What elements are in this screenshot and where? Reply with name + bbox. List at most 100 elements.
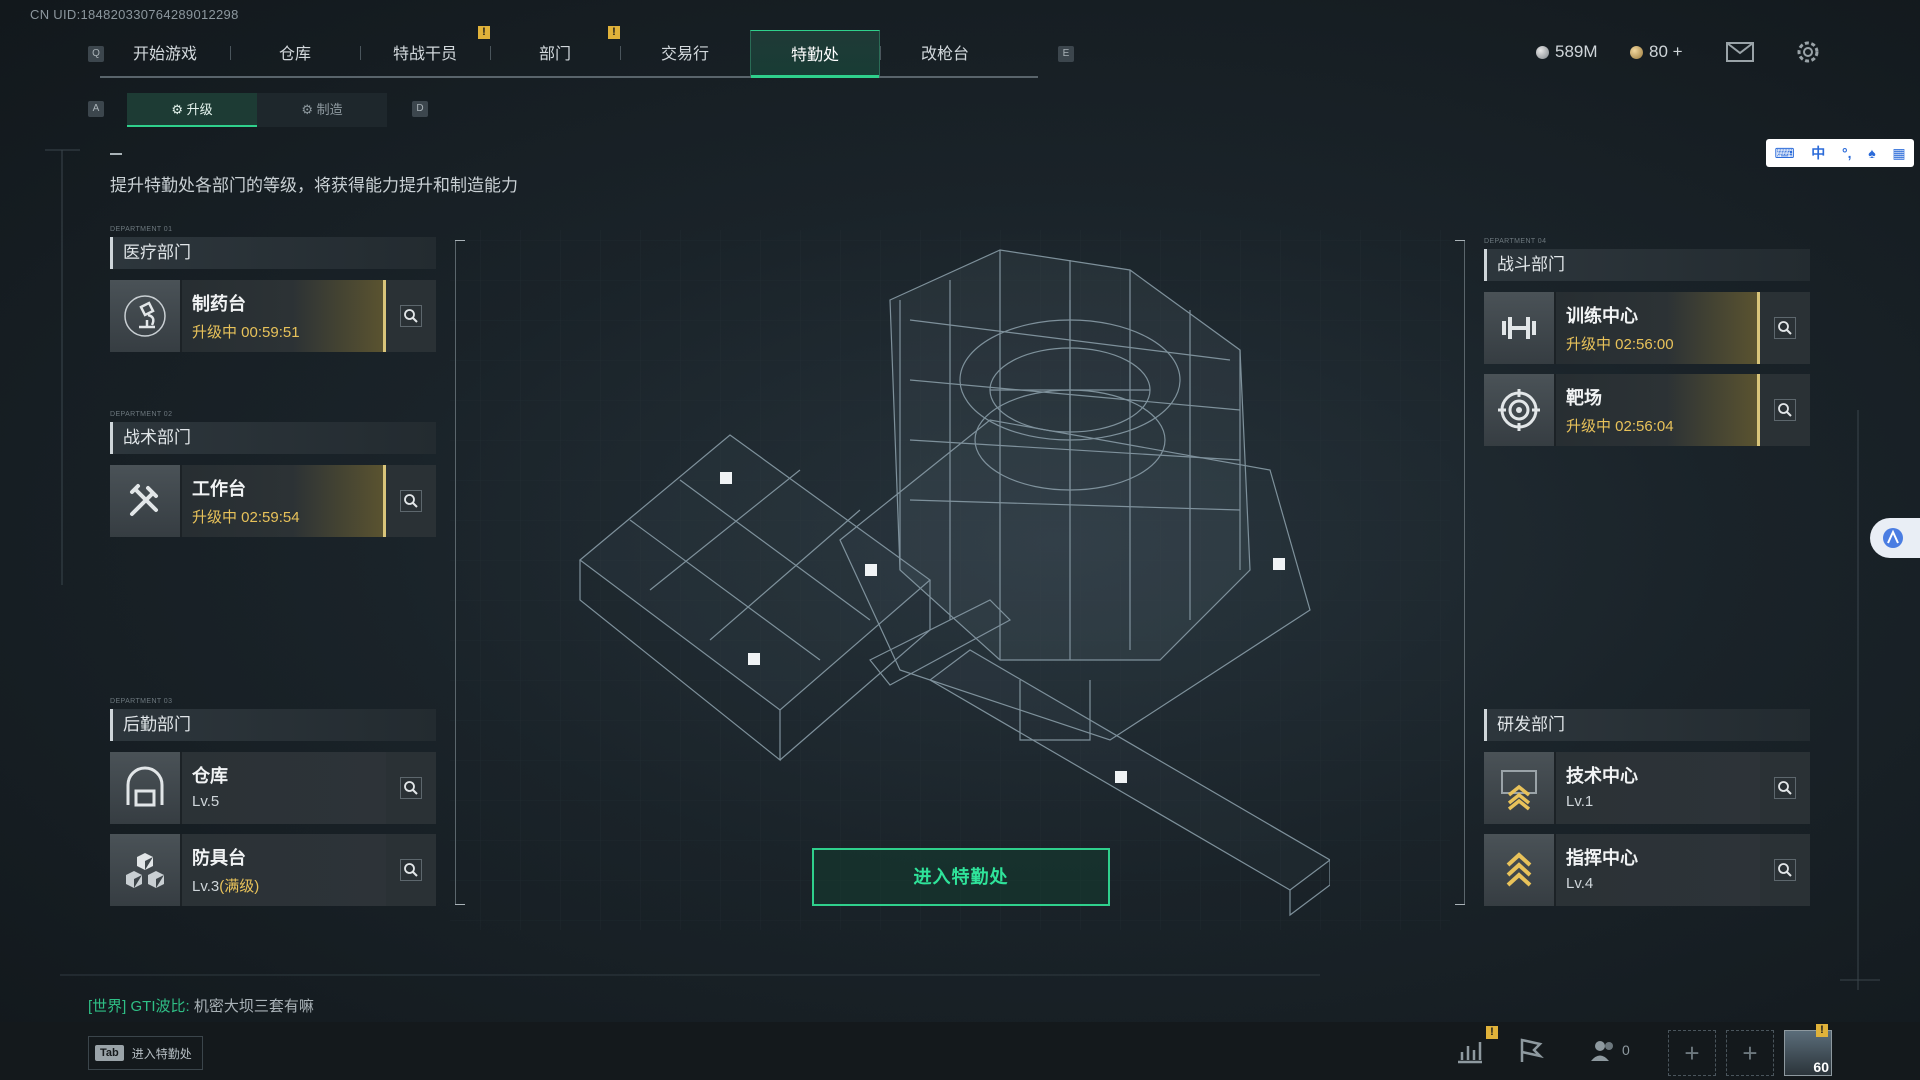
dept-tag: DEPARTMENT 02 (110, 411, 173, 418)
dept-combat-title: 战斗部门 (1484, 249, 1810, 281)
facility-name: 仓库 (192, 766, 228, 786)
enter-special-ops-button[interactable]: 进入特勤处 (812, 848, 1110, 906)
target-icon (1484, 374, 1556, 446)
chat-user: GTI波比: (130, 998, 190, 1015)
facility-info: 防具台 Lv.3(满级) (182, 834, 386, 906)
facility-info: 制药台 升级中 00:59:51 (182, 280, 386, 352)
subtab-bar: ⚙ 升级 ⚙ 制造 (127, 93, 387, 127)
facility-card-workbench[interactable]: 工作台 升级中 02:59:54 (110, 465, 436, 537)
page-description: 提升特勤处各部门的等级，将获得能力提升和制造能力 (110, 176, 518, 195)
ime-skin-icon[interactable]: ♠ (1868, 145, 1875, 161)
upgrade-timer: 升级中 02:56:04 (1566, 418, 1674, 435)
node-marker[interactable] (748, 653, 760, 665)
inspect-button[interactable] (386, 752, 436, 824)
tab-operators[interactable]: 特战干员! (360, 26, 490, 76)
ime-logo-icon[interactable]: ⌨ (1774, 145, 1794, 162)
gold-currency[interactable]: 80 + (1630, 42, 1683, 62)
dept-tag: DEPARTMENT 03 (110, 698, 173, 705)
friends-button[interactable]: 0 (1590, 1038, 1630, 1062)
inspect-button[interactable] (1760, 752, 1810, 824)
inspect-button[interactable] (386, 834, 436, 906)
facility-name: 工作台 (192, 479, 246, 499)
facility-info: 靶场 升级中 02:56:04 (1556, 374, 1760, 446)
dumbbell-icon (1484, 292, 1556, 364)
facility-info: 指挥中心 Lv.4 (1556, 834, 1760, 906)
silver-currency[interactable]: 589M (1536, 42, 1598, 62)
player-level: 60 (1813, 1059, 1829, 1075)
facility-card-shooting-range[interactable]: 靶场 升级中 02:56:04 (1484, 374, 1810, 446)
world-chat-line[interactable]: [世界] GTI波比: 机密大坝三套有嘛 (88, 995, 314, 1016)
mail-icon[interactable] (1726, 42, 1754, 62)
facility-info: 技术中心 Lv.1 (1556, 752, 1760, 824)
friends-icon (1591, 1041, 1613, 1061)
inspect-button[interactable] (1760, 834, 1810, 906)
facility-name: 技术中心 (1566, 766, 1638, 786)
dept-tactical-title: 战术部门 (110, 422, 436, 454)
gold-amount: 80 + (1649, 42, 1683, 61)
facility-name: 指挥中心 (1566, 848, 1638, 868)
assistant-side-bubble[interactable] (1870, 518, 1920, 558)
inspect-button[interactable] (1760, 292, 1810, 364)
node-marker[interactable] (865, 564, 877, 576)
search-icon (400, 490, 422, 512)
silver-coin-icon (1536, 45, 1549, 59)
facility-name: 制药台 (192, 294, 246, 314)
search-icon (400, 859, 422, 881)
settings-gear-icon[interactable] (1794, 38, 1822, 66)
facility-info: 训练中心 升级中 02:56:00 (1556, 292, 1760, 364)
tab-trading[interactable]: 交易行 (620, 30, 750, 76)
tab-special-ops[interactable]: 特勤处 (750, 30, 880, 78)
subtab-craft[interactable]: ⚙ 制造 (257, 93, 387, 127)
inspect-button[interactable] (386, 465, 436, 537)
tab-shortcut-hint[interactable]: Tab 进入特勤处 (88, 1036, 203, 1070)
dept-research-title: 研发部门 (1484, 709, 1810, 741)
facility-name: 训练中心 (1566, 306, 1638, 326)
upgrade-timer: 升级中 00:59:51 (192, 324, 300, 341)
tab-start-game[interactable]: 开始游戏 (100, 30, 230, 76)
stats-chart-icon[interactable] (1456, 1038, 1484, 1064)
subtab-upgrade[interactable]: ⚙ 升级 (127, 93, 257, 127)
tab-warehouse[interactable]: 仓库 (230, 30, 360, 76)
facility-card-warehouse[interactable]: 仓库 Lv.5 (110, 752, 436, 824)
subtab-label: 升级 (186, 102, 213, 117)
alert-badge: ! (478, 26, 490, 39)
subtab-next-key[interactable]: D (412, 101, 428, 117)
ime-menu-grid-icon[interactable]: ▦ (1892, 145, 1905, 162)
silver-amount: 589M (1555, 42, 1598, 61)
add-squad-slot-button[interactable]: + (1668, 1030, 1716, 1076)
divider (110, 153, 122, 155)
add-squad-slot-button[interactable]: + (1726, 1030, 1774, 1076)
node-marker[interactable] (1115, 771, 1127, 783)
search-icon (400, 305, 422, 327)
ime-toolbar[interactable]: ⌨ 中 °, ♠ ▦ (1766, 139, 1914, 167)
facility-card-armor-bench[interactable]: 防具台 Lv.3(满级) (110, 834, 436, 906)
bracket-cap (455, 904, 465, 905)
node-marker[interactable] (720, 472, 732, 484)
flag-icon[interactable] (1518, 1038, 1546, 1064)
facility-card-tech-center[interactable]: 技术中心 Lv.1 (1484, 752, 1810, 824)
node-marker[interactable] (1273, 558, 1285, 570)
ime-punctuation-icon[interactable]: °, (1842, 145, 1852, 161)
tab-hint-label: 进入特勤处 (131, 1046, 192, 1061)
facility-card-training-center[interactable]: 训练中心 升级中 02:56:00 (1484, 292, 1810, 364)
tab-gunsmith[interactable]: 改枪台 (880, 30, 1010, 76)
tab-label: 部门 (538, 46, 571, 63)
inspect-button[interactable] (1760, 374, 1810, 446)
facility-card-command-center[interactable]: 指挥中心 Lv.4 (1484, 834, 1810, 906)
chat-message: 机密大坝三套有嘛 (193, 998, 314, 1015)
armor-cubes-icon (110, 834, 182, 906)
dept-tag: DEPARTMENT 01 (110, 226, 173, 233)
warehouse-icon (110, 752, 182, 824)
inspect-button[interactable] (386, 280, 436, 352)
tab-departments[interactable]: 部门! (490, 26, 620, 76)
subtab-prev-key[interactable]: A (88, 101, 104, 117)
top-nav: 开始游戏 仓库 特战干员! 部门! 交易行 特勤处 改枪台 (100, 26, 1038, 78)
ime-language-toggle[interactable]: 中 (1811, 143, 1825, 163)
base-wireframe-model[interactable] (570, 240, 1330, 930)
upgrade-timer: 升级中 02:59:54 (192, 509, 300, 526)
facility-card-pharmacy[interactable]: 制药台 升级中 00:59:51 (110, 280, 436, 352)
bracket-cap (1455, 240, 1465, 241)
nav-next-key[interactable]: E (1058, 46, 1074, 62)
tab-label: 开始游戏 (132, 46, 197, 63)
facility-name: 防具台 (192, 848, 246, 868)
